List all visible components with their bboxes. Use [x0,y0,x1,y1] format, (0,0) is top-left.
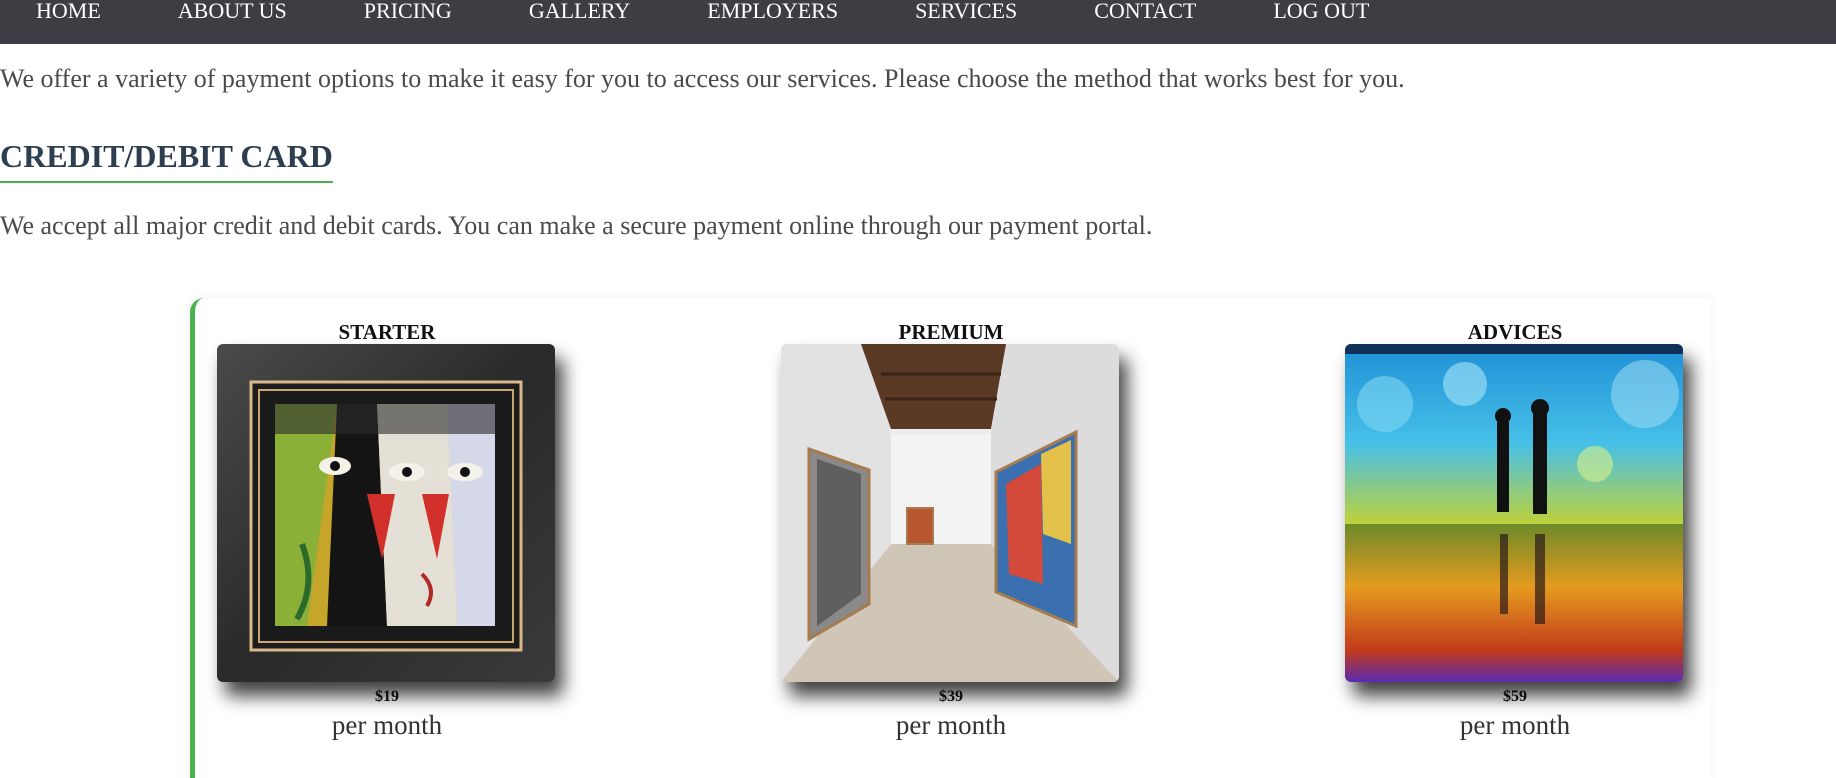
plan-name: STARTER [338,320,436,344]
plan-image-gallery-hallway [781,344,1119,682]
plan-card-starter[interactable]: STARTER $19 per month [217,320,557,741]
plan-period: per month [331,710,443,740]
nav-pricing[interactable]: PRICING [364,0,452,22]
plan-price: $19 [375,688,399,705]
section-description: We accept all major credit and debit car… [0,211,1153,240]
plan-period: per month [895,710,1007,740]
top-navigation: HOME ABOUT US PRICING GALLERY EMPLOYERS … [0,0,1836,44]
nav-services[interactable]: SERVICES [915,0,1017,22]
plan-card-premium[interactable]: PREMIUM $39 per month [781,320,1121,741]
plan-image-immersive-art-room [1345,344,1683,682]
intro-text: We offer a variety of payment options to… [0,64,1405,93]
plan-name: ADVICES [1467,320,1563,344]
plan-image-framed-painting [217,344,555,682]
plan-name: PREMIUM [898,320,1004,344]
nav-employers[interactable]: EMPLOYERS [707,0,838,22]
nav-about-us[interactable]: ABOUT US [178,0,287,22]
plan-card-advices[interactable]: ADVICES $59 per month [1345,320,1685,741]
plan-price: $59 [1503,688,1527,705]
plan-period: per month [1459,710,1571,740]
nav-log-out[interactable]: LOG OUT [1273,0,1369,22]
plan-price: $39 [939,688,963,705]
section-title-credit-debit: CREDIT/DEBIT CARD [0,138,333,183]
pricing-plans-container: STARTER $19 per month PREMIUM $39 per mo… [190,298,1711,778]
nav-home[interactable]: HOME [36,0,101,22]
nav-gallery[interactable]: GALLERY [529,0,630,22]
nav-contact[interactable]: CONTACT [1094,0,1196,22]
